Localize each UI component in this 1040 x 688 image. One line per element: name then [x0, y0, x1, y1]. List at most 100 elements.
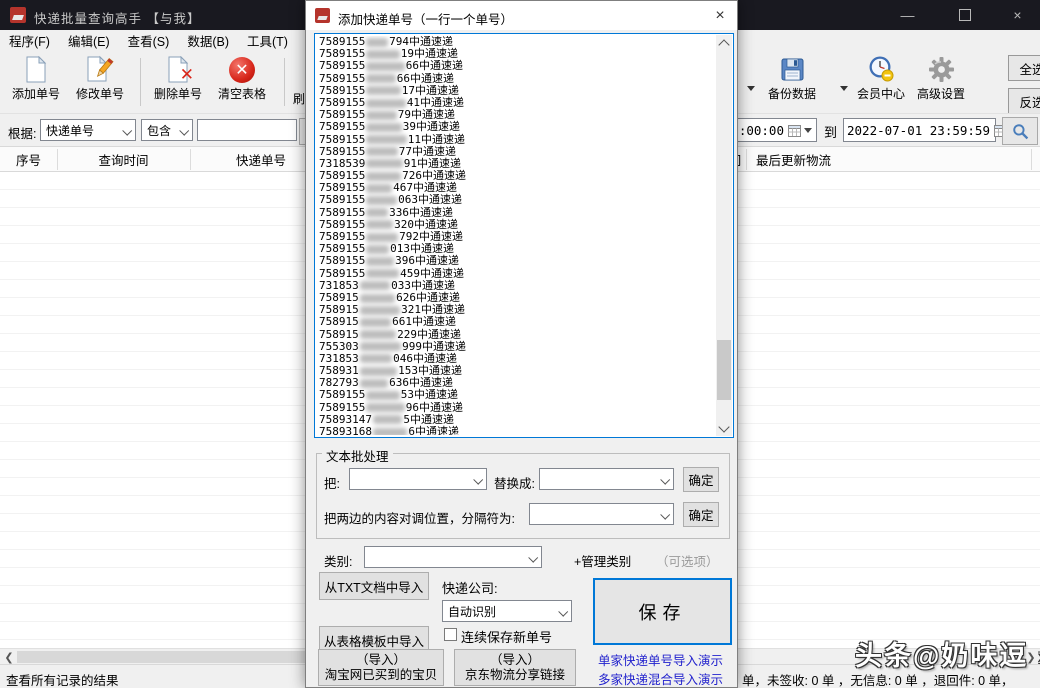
single-courier-demo-link[interactable]: 单家快递单号导入演示	[598, 650, 723, 669]
redacted-digits	[366, 38, 388, 47]
redacted-digits	[366, 62, 404, 71]
redacted-digits	[366, 269, 399, 278]
status-left-text: 查看所有记录的结果	[6, 670, 119, 688]
manage-category-link[interactable]: +管理类别	[574, 551, 631, 570]
save-button[interactable]: 保存	[593, 578, 732, 645]
advanced-settings-button[interactable]: 高级设置	[910, 53, 972, 111]
backup-data-button[interactable]: 备份数据	[760, 53, 824, 111]
replace-to-label: 替换成:	[494, 473, 535, 492]
swap-label: 把两边的内容对调位置，分隔符为:	[324, 508, 515, 527]
close-button[interactable]: ×	[995, 0, 1040, 30]
dialog-app-icon	[315, 8, 330, 23]
text-batch-legend: 文本批处理	[322, 446, 393, 465]
filter-match-select[interactable]: 包含	[141, 119, 193, 141]
courier-company-select[interactable]: 自动识别	[442, 600, 572, 622]
window-title: 快递批量查询高手 【与我】	[34, 8, 200, 27]
redacted-digits	[366, 403, 404, 412]
watermark: 头条@奶味逗 ›	[855, 634, 1040, 673]
magnifier-icon	[1012, 123, 1029, 140]
redacted-digits	[360, 379, 388, 388]
menu-tools[interactable]: 工具(T)	[238, 29, 297, 52]
redacted-digits	[366, 233, 398, 242]
tracking-line: 7589155792中通速递	[319, 231, 711, 243]
dialog-titlebar: 添加快递单号（一行一个单号） ×	[306, 1, 737, 30]
clear-circle-icon: ✕	[229, 53, 255, 83]
import-txt-button[interactable]: 从TXT文档中导入	[319, 572, 429, 600]
modify-number-button[interactable]: 修改单号	[70, 53, 130, 111]
query-search-button[interactable]	[1002, 117, 1038, 145]
select-all-button[interactable]: 全选	[1008, 55, 1040, 81]
redacted-digits	[366, 184, 392, 193]
redacted-digits	[366, 135, 406, 144]
filter-keyword-input[interactable]	[197, 119, 297, 141]
tracking-list: 7589155794中通速递758915519中通速递758915566中通速递…	[319, 36, 711, 435]
menu-view[interactable]: 查看(S)	[119, 29, 179, 52]
member-center-button[interactable]: 会员中心	[850, 53, 912, 111]
member-dropdown-arrow-icon[interactable]	[840, 86, 848, 95]
scroll-down-icon[interactable]	[716, 421, 732, 436]
scrollbar-thumb[interactable]	[717, 340, 731, 400]
dialog-close-button[interactable]: ×	[705, 3, 735, 28]
swap-confirm-button[interactable]: 确定	[683, 502, 719, 527]
continuous-save-label: 连续保存新单号	[461, 627, 552, 646]
floppy-disk-icon	[779, 53, 806, 83]
tracking-line: 758931686中通速递	[319, 426, 711, 435]
continuous-save-checkbox[interactable]	[444, 628, 457, 641]
menu-program[interactable]: 程序(F)	[0, 29, 59, 52]
filter-field-select[interactable]: 快递单号	[40, 119, 136, 141]
backup-dropdown-arrow-icon[interactable]	[747, 86, 755, 95]
delete-number-button[interactable]: ✕ 删除单号	[148, 53, 208, 111]
menu-edit[interactable]: 编辑(E)	[59, 29, 119, 52]
clear-table-button[interactable]: ✕ 清空表格	[212, 53, 272, 111]
redacted-digits	[360, 367, 397, 376]
tracking-line: 758915661中通速递	[319, 316, 711, 328]
minimize-button[interactable]: —	[885, 0, 930, 30]
swap-separator-select[interactable]	[529, 503, 674, 525]
refresh-button-partial[interactable]: 刷	[293, 90, 305, 107]
menu-data[interactable]: 数据(B)	[178, 29, 238, 52]
maximize-button[interactable]	[942, 0, 987, 30]
redacted-digits	[366, 86, 400, 95]
date-dropdown-icon[interactable]	[804, 128, 812, 137]
app-logo-icon	[10, 7, 26, 23]
date-to-field[interactable]: 2022-07-01 23:59:59	[843, 118, 996, 142]
tracking-line: 758915517中通速递	[319, 85, 711, 97]
redacted-digits	[366, 257, 394, 266]
tracking-textarea[interactable]: 7589155794中通速递758915519中通速递758915566中通速递…	[314, 33, 734, 438]
multi-courier-demo-link[interactable]: 多家快递混合导入演示	[598, 669, 723, 688]
tracking-line: 758915577中通速递	[319, 146, 711, 158]
scroll-up-icon[interactable]	[716, 35, 732, 50]
add-tracking-dialog: 添加快递单号（一行一个单号） × 7589155794中通速递758915519…	[305, 0, 738, 688]
taobao-import-button[interactable]: （导入） 淘宝网已买到的宝贝	[318, 649, 444, 686]
redacted-digits	[366, 99, 405, 108]
tracking-line: 758915579中通速递	[319, 109, 711, 121]
category-select[interactable]	[364, 546, 542, 568]
column-header-querytime[interactable]: 查询时间	[57, 147, 190, 171]
column-header-lastupdate[interactable]: 最后更新物流	[756, 147, 876, 171]
add-number-button[interactable]: 添加单号	[6, 53, 66, 111]
jd-import-button[interactable]: （导入） 京东物流分享链接	[454, 649, 576, 686]
redacted-digits	[366, 147, 397, 156]
tracking-line: 758915553中通速递	[319, 389, 711, 401]
redacted-digits	[360, 354, 392, 363]
redacted-digits	[360, 281, 390, 290]
replace-from-select[interactable]	[349, 468, 487, 490]
replace-confirm-button[interactable]: 确定	[683, 467, 719, 492]
tracking-line: 731853046中通速递	[319, 353, 711, 365]
optional-hint: （可选项）	[656, 551, 719, 570]
replace-to-select[interactable]	[539, 468, 674, 490]
tracking-line: 758931475中通速递	[319, 414, 711, 426]
tracking-line: 758915539中通速递	[319, 121, 711, 133]
redacted-digits	[360, 306, 400, 315]
column-header-seq[interactable]: 序号	[0, 147, 57, 171]
filter-by-label: 根据:	[8, 123, 36, 142]
scroll-left-icon[interactable]: ❮	[1, 650, 17, 664]
chevron-down-icon	[473, 475, 483, 485]
toolbar-separator	[284, 58, 285, 106]
tracking-line: 7589155320中通速递	[319, 219, 711, 231]
tracking-line: 758915566中通速递	[319, 60, 711, 72]
tracking-line: 782793636中通速递	[319, 377, 711, 389]
tracking-line: 758931153中通速递	[319, 365, 711, 377]
textarea-scrollbar[interactable]	[716, 35, 732, 436]
invert-select-button[interactable]: 反选	[1008, 88, 1040, 114]
